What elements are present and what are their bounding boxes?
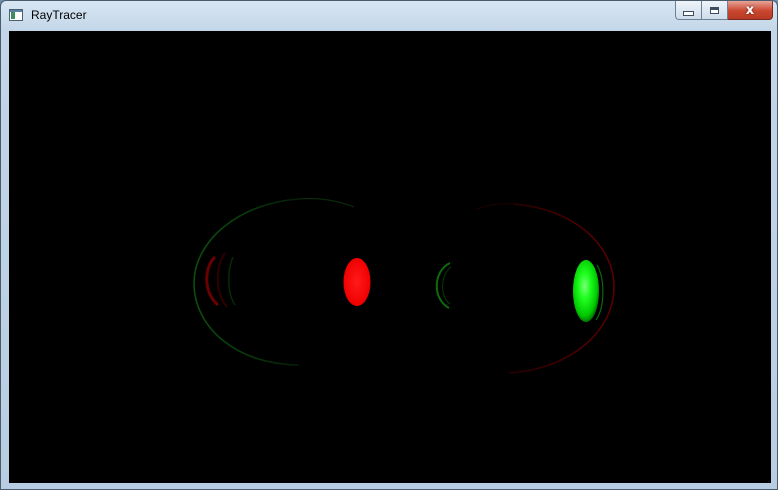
close-icon: x [745,2,755,18]
maximize-icon [710,6,719,14]
maximize-button[interactable] [702,1,728,20]
left-glass-sphere-outline [193,198,300,366]
right-glass-sphere-top-rim [476,203,515,210]
green-sphere [573,260,599,322]
minimize-icon [683,10,694,16]
window-title: RayTracer [31,8,87,22]
caption-buttons: x [675,1,773,21]
left-glass-sphere-top-rim [298,197,355,208]
red-sphere [343,258,371,306]
left-red-reflection [205,255,220,307]
title-bar[interactable]: RayTracer x [1,1,777,31]
center-green-reflection-inner [442,266,452,305]
left-green-reflection [228,256,236,306]
raytraced-scene [193,197,615,374]
close-button[interactable]: x [728,1,773,20]
render-canvas[interactable] [9,31,771,483]
minimize-button[interactable] [675,1,702,20]
raytracer-window: RayTracer x [0,0,778,490]
left-red-reflection-inner [216,252,228,308]
app-window-icon[interactable] [9,9,23,21]
